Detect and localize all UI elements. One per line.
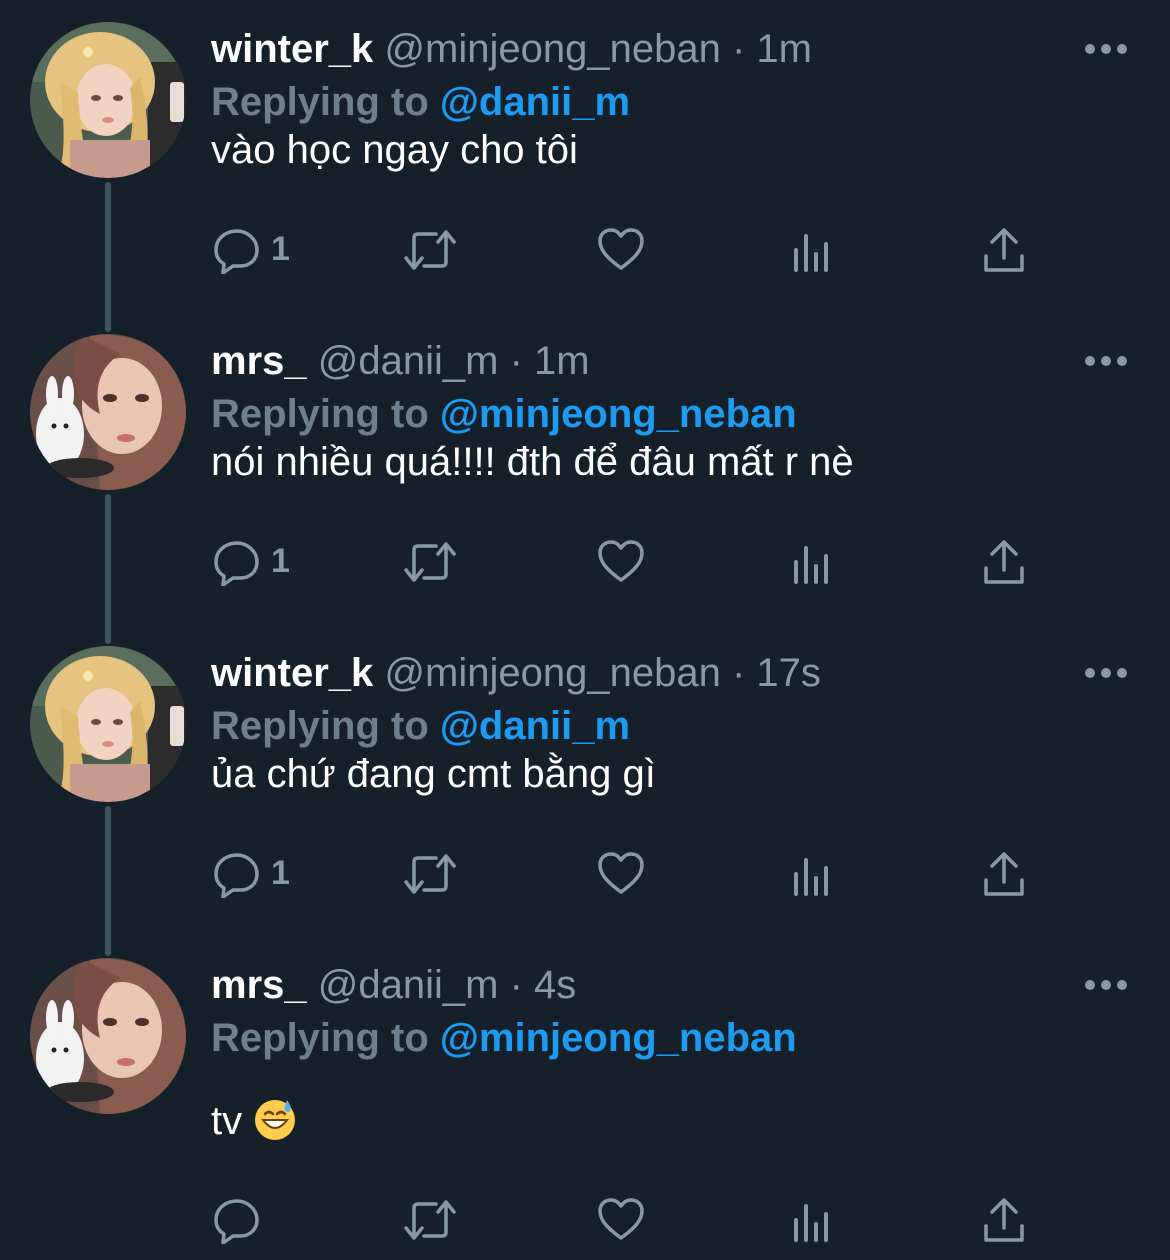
- retweet-icon: [404, 230, 456, 270]
- tweet[interactable]: mrs_ @danii_m · 4s Replying to @minjeong…: [0, 936, 1170, 1248]
- reply-count: 1: [271, 542, 290, 580]
- tweet-header: mrs_ @danii_m · 1m: [211, 336, 590, 386]
- replying-to: Replying to @minjeong_neban: [211, 1012, 797, 1064]
- display-name[interactable]: winter_k: [211, 27, 373, 71]
- retweet-icon: [404, 542, 456, 582]
- replying-to-label: Replying to: [211, 1016, 429, 1060]
- user-handle[interactable]: @danii_m: [318, 963, 499, 1007]
- display-name[interactable]: mrs_: [211, 339, 307, 383]
- tweet-text: nói nhiều quá!!!! đth để đâu mất r nè: [211, 440, 854, 484]
- reply-count: 1: [271, 854, 290, 892]
- tweet-text: ủa chứ đang cmt bằng gì: [211, 752, 656, 796]
- display-name[interactable]: mrs_: [211, 963, 307, 1007]
- views-button[interactable]: [792, 1180, 832, 1260]
- retweet-button[interactable]: [402, 1180, 458, 1260]
- separator-dot: ·: [509, 339, 523, 383]
- tweet-timestamp[interactable]: 4s: [534, 963, 576, 1007]
- views-button[interactable]: [792, 210, 832, 290]
- mention-link[interactable]: @danii_m: [440, 80, 630, 124]
- tweet[interactable]: mrs_ @danii_m · 1m Replying to @minjeong…: [0, 312, 1170, 624]
- share-button[interactable]: [982, 1180, 1026, 1260]
- reply-icon: [214, 1199, 259, 1244]
- action-bar: 1: [0, 210, 1170, 290]
- like-icon: [598, 1198, 644, 1240]
- more-button[interactable]: [1082, 34, 1130, 64]
- more-icon: [1085, 980, 1127, 990]
- action-bar: [0, 1180, 1170, 1260]
- share-icon: [984, 852, 1024, 896]
- tweet-timestamp[interactable]: 1m: [756, 27, 812, 71]
- display-name[interactable]: winter_k: [211, 651, 373, 695]
- more-button[interactable]: [1082, 658, 1130, 688]
- tweet-timestamp[interactable]: 1m: [534, 339, 590, 383]
- more-icon: [1085, 668, 1127, 678]
- like-icon: [598, 228, 644, 270]
- reply-icon: [214, 229, 259, 274]
- retweet-button[interactable]: [402, 834, 458, 914]
- views-button[interactable]: [792, 834, 832, 914]
- mention-link[interactable]: @danii_m: [440, 704, 630, 748]
- retweet-button[interactable]: [402, 210, 458, 290]
- reply-thread: winter_k @minjeong_neban · 1m Replying t…: [0, 0, 1170, 1252]
- tweet-timestamp[interactable]: 17s: [756, 651, 821, 695]
- avatar[interactable]: [30, 646, 186, 802]
- retweet-button[interactable]: [402, 522, 458, 602]
- like-button[interactable]: [597, 210, 645, 290]
- grinning-sweat-emoji: [253, 1098, 297, 1142]
- more-button[interactable]: [1082, 970, 1130, 1000]
- user-handle[interactable]: @minjeong_neban: [384, 651, 720, 695]
- views-button[interactable]: [792, 522, 832, 602]
- views-icon: [794, 546, 828, 584]
- like-button[interactable]: [597, 834, 645, 914]
- tweet-header: winter_k @minjeong_neban · 17s: [211, 648, 821, 698]
- like-button[interactable]: [597, 1180, 645, 1260]
- share-icon: [984, 1198, 1024, 1242]
- share-button[interactable]: [982, 834, 1026, 914]
- more-button[interactable]: [1082, 346, 1130, 376]
- user-handle[interactable]: @minjeong_neban: [384, 27, 720, 71]
- share-icon: [984, 228, 1024, 272]
- mention-link[interactable]: @minjeong_neban: [440, 1016, 797, 1060]
- action-bar: 1: [0, 522, 1170, 602]
- replying-to-label: Replying to: [211, 392, 429, 436]
- like-icon: [598, 852, 644, 894]
- share-button[interactable]: [982, 210, 1026, 290]
- like-button[interactable]: [597, 522, 645, 602]
- avatar[interactable]: [30, 334, 186, 490]
- reply-button[interactable]: 1: [213, 210, 303, 290]
- tweet-header: winter_k @minjeong_neban · 1m: [211, 24, 812, 74]
- avatar[interactable]: [30, 22, 186, 178]
- separator-dot: ·: [509, 963, 523, 1007]
- like-icon: [598, 540, 644, 582]
- tweet-text: vào học ngay cho tôi: [211, 128, 578, 172]
- share-button[interactable]: [982, 522, 1026, 602]
- separator-dot: ·: [731, 27, 746, 71]
- views-icon: [794, 858, 828, 896]
- reply-button[interactable]: 1: [213, 522, 303, 602]
- more-icon: [1085, 356, 1127, 366]
- retweet-icon: [404, 1200, 456, 1240]
- tweet-header: mrs_ @danii_m · 4s: [211, 960, 576, 1010]
- reply-button[interactable]: 1: [213, 834, 303, 914]
- retweet-icon: [404, 854, 456, 894]
- avatar[interactable]: [30, 958, 186, 1114]
- tweet[interactable]: winter_k @minjeong_neban · 1m Replying t…: [0, 0, 1170, 312]
- action-bar: 1: [0, 834, 1170, 914]
- separator-dot: ·: [731, 651, 746, 695]
- share-icon: [984, 540, 1024, 584]
- reply-icon: [214, 541, 259, 586]
- reply-button[interactable]: [213, 1180, 303, 1260]
- replying-to-label: Replying to: [211, 80, 429, 124]
- views-icon: [794, 234, 828, 272]
- reply-count: 1: [271, 230, 290, 268]
- tweet-text-container: tv: [211, 1091, 297, 1151]
- mention-link[interactable]: @minjeong_neban: [440, 392, 797, 436]
- tweet-text: tv: [211, 1099, 243, 1143]
- replying-to-label: Replying to: [211, 704, 429, 748]
- user-handle[interactable]: @danii_m: [318, 339, 499, 383]
- more-icon: [1085, 44, 1127, 54]
- tweet[interactable]: winter_k @minjeong_neban · 17s Replying …: [0, 624, 1170, 936]
- views-icon: [794, 1204, 828, 1242]
- reply-icon: [214, 853, 259, 898]
